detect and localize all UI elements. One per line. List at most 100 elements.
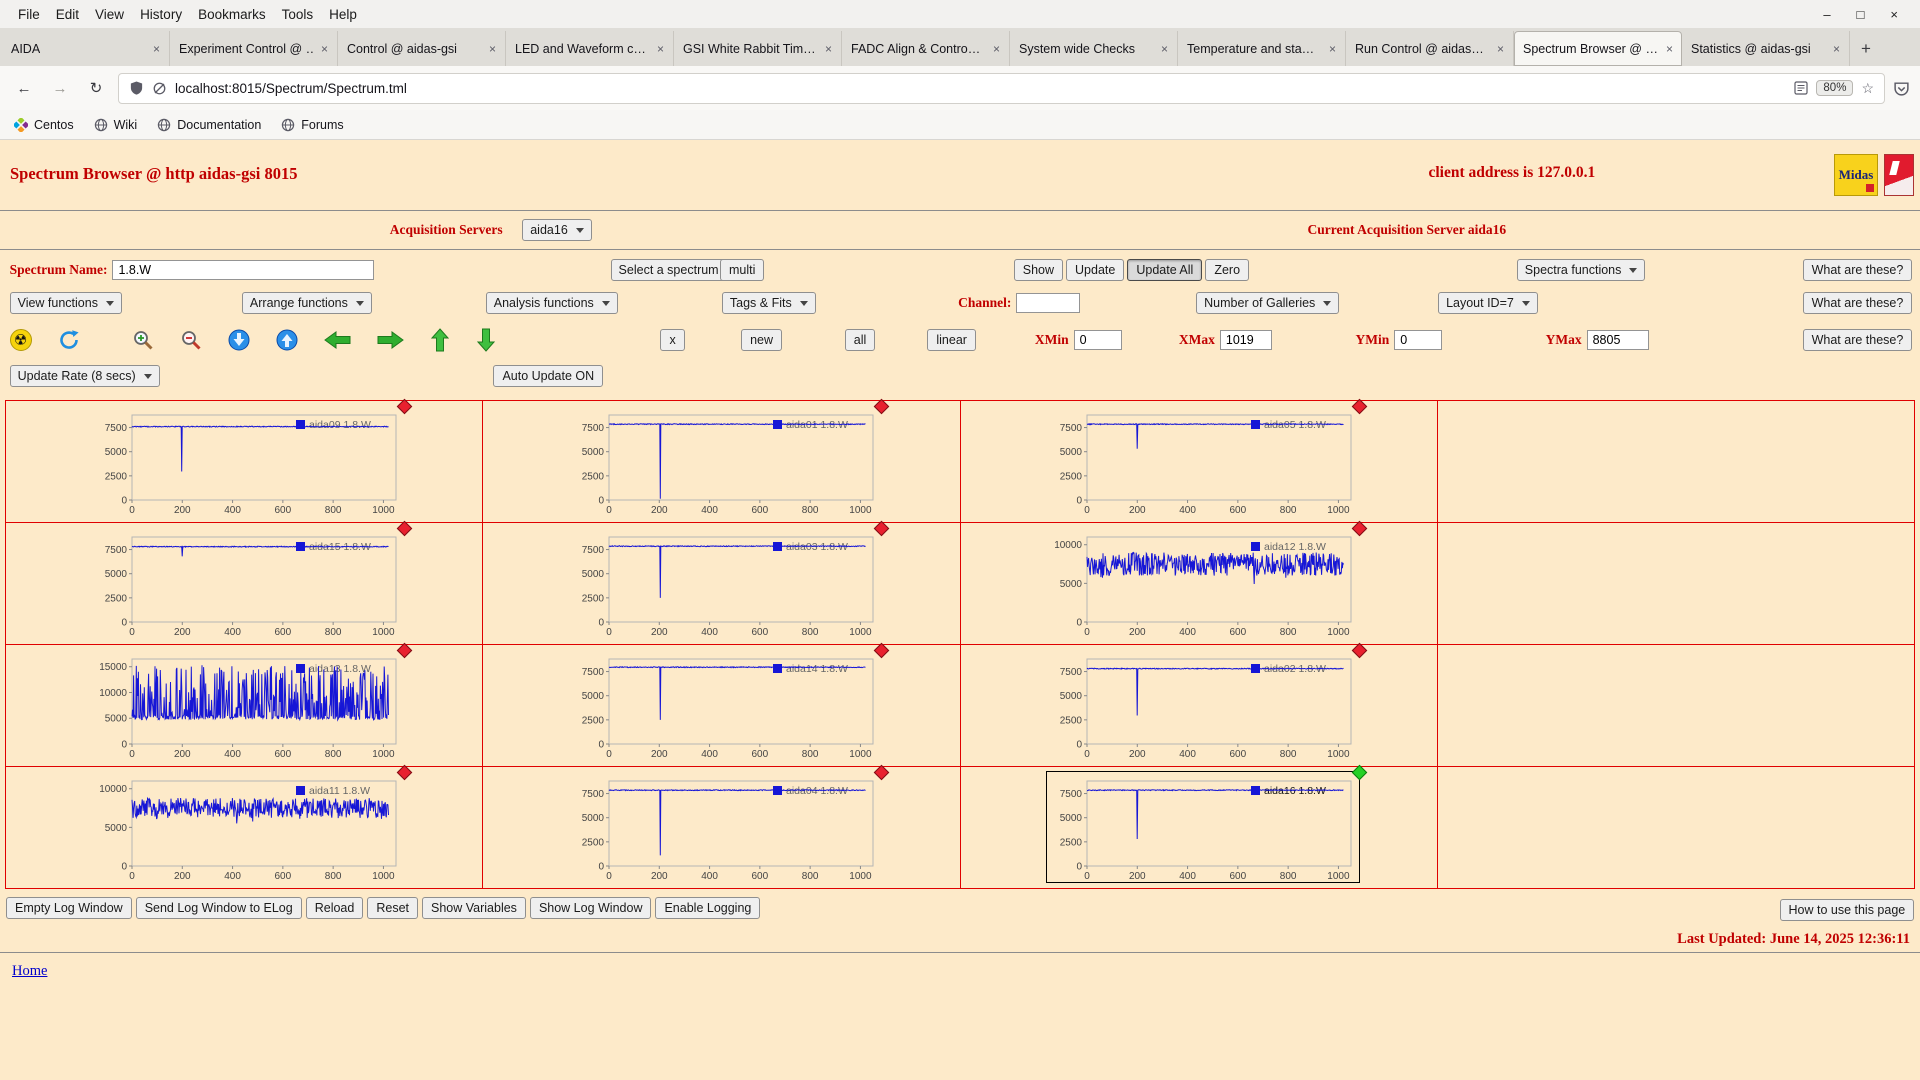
update-rate-dropdown[interactable]: Update Rate (8 secs) <box>10 365 160 387</box>
all-button[interactable]: all <box>845 329 876 351</box>
tab-fadc-align-contro[interactable]: FADC Align & Contro…× <box>842 31 1010 66</box>
spectrum-chart-aida03[interactable]: 020040060080010000250050007500aida03 1.8… <box>569 528 881 638</box>
green-arrow-left-icon[interactable] <box>324 330 351 350</box>
acquisition-server-select[interactable]: aida16 <box>522 219 592 241</box>
spectrum-chart-aida04[interactable]: 020040060080010000250050007500aida04 1.8… <box>569 772 881 882</box>
maximize-icon[interactable]: □ <box>1857 7 1865 22</box>
update-all-button[interactable]: Update All <box>1127 259 1202 281</box>
tab-run-control-aidas[interactable]: Run Control @ aidas…× <box>1346 31 1514 66</box>
tab-control-aidas-gsi[interactable]: Control @ aidas-gsi× <box>338 31 506 66</box>
zoom-level-badge[interactable]: 80% <box>1816 80 1853 96</box>
spectrum-chart-aida02[interactable]: 020040060080010000250050007500aida02 1.8… <box>1047 650 1359 760</box>
layout-id-dropdown[interactable]: Layout ID=7 <box>1438 292 1538 314</box>
radiation-icon[interactable]: ☢ <box>10 329 32 351</box>
bookmark-centos[interactable]: Centos <box>14 118 74 132</box>
zoom-in-icon[interactable] <box>132 329 154 351</box>
spectrum-chart-aida05[interactable]: 020040060080010000250050007500aida05 1.8… <box>1047 406 1359 516</box>
tab-close-icon[interactable]: × <box>1666 42 1673 56</box>
spectrum-chart-aida14[interactable]: 020040060080010000250050007500aida14 1.8… <box>569 650 881 760</box>
spectrum-chart-aida09[interactable]: 020040060080010000250050007500aida09 1.8… <box>92 406 404 516</box>
xmin-input[interactable] <box>1074 330 1122 350</box>
menu-edit[interactable]: Edit <box>48 4 87 25</box>
pocket-icon[interactable] <box>1893 80 1910 97</box>
tab-close-icon[interactable]: × <box>657 42 664 56</box>
tab-close-icon[interactable]: × <box>993 42 1000 56</box>
how-to-use-button[interactable]: How to use this page <box>1780 899 1915 921</box>
minimize-icon[interactable]: – <box>1823 7 1830 22</box>
menu-bookmarks[interactable]: Bookmarks <box>190 4 274 25</box>
tab-close-icon[interactable]: × <box>825 42 832 56</box>
bookmark-documentation[interactable]: Documentation <box>157 118 261 132</box>
send-log-window-to-elog-button[interactable]: Send Log Window to ELog <box>136 897 302 919</box>
show-variables-button[interactable]: Show Variables <box>422 897 526 919</box>
green-arrow-down-icon[interactable] <box>476 328 496 352</box>
x-button[interactable]: x <box>660 329 684 351</box>
xmax-input[interactable] <box>1220 330 1272 350</box>
spectrum-chart-aida11[interactable]: 020040060080010000500010000aida11 1.8.W <box>92 772 404 882</box>
close-icon[interactable]: × <box>1890 7 1898 22</box>
update-button[interactable]: Update <box>1066 259 1124 281</box>
ymax-input[interactable] <box>1587 330 1649 350</box>
spectra-functions-dropdown[interactable]: Spectra functions <box>1517 259 1646 281</box>
tab-close-icon[interactable]: × <box>1161 42 1168 56</box>
connection-security-icon[interactable] <box>152 81 167 96</box>
tab-statistics-aidas-gsi[interactable]: Statistics @ aidas-gsi× <box>1682 31 1850 66</box>
tab-close-icon[interactable]: × <box>1329 42 1336 56</box>
enable-logging-button[interactable]: Enable Logging <box>655 897 760 919</box>
green-arrow-right-icon[interactable] <box>377 330 404 350</box>
back-button[interactable]: ← <box>10 74 38 102</box>
tab-close-icon[interactable]: × <box>321 42 328 56</box>
spectrum-chart-aida13[interactable]: 02004006008001000050001000015000aida13 1… <box>92 650 404 760</box>
new-button[interactable]: new <box>741 329 782 351</box>
analysis-functions-dropdown[interactable]: Analysis functions <box>486 292 618 314</box>
forward-button[interactable]: → <box>46 74 74 102</box>
reload-button[interactable]: Reload <box>306 897 364 919</box>
url-bar[interactable]: localhost:8015/Spectrum/Spectrum.tml 80%… <box>118 73 1885 104</box>
menu-view[interactable]: View <box>87 4 132 25</box>
linear-button[interactable]: linear <box>927 329 976 351</box>
refresh-swirl-icon[interactable] <box>58 329 80 351</box>
what-are-these-button-1[interactable]: What are these? <box>1803 259 1913 281</box>
reader-mode-icon[interactable] <box>1794 81 1808 95</box>
galleries-dropdown[interactable]: Number of Galleries <box>1196 292 1339 314</box>
url-text[interactable]: localhost:8015/Spectrum/Spectrum.tml <box>175 81 1786 96</box>
view-functions-dropdown[interactable]: View functions <box>10 292 122 314</box>
show-button[interactable]: Show <box>1014 259 1063 281</box>
auto-update-button[interactable]: Auto Update ON <box>493 365 603 387</box>
reload-button[interactable]: ↻ <box>82 74 110 102</box>
zoom-out-icon[interactable] <box>180 329 202 351</box>
menu-history[interactable]: History <box>132 4 190 25</box>
spectrum-chart-aida12[interactable]: 020040060080010000500010000aida12 1.8.W <box>1047 528 1359 638</box>
show-log-window-button[interactable]: Show Log Window <box>530 897 652 919</box>
bookmark-star-icon[interactable]: ☆ <box>1861 80 1874 97</box>
tab-system-wide-checks[interactable]: System wide Checks× <box>1010 31 1178 66</box>
spectrum-chart-aida16[interactable]: 020040060080010000250050007500aida16 1.8… <box>1047 772 1359 882</box>
tab-spectrum-browser[interactable]: Spectrum Browser @ …× <box>1514 31 1682 66</box>
spectrum-chart-aida15[interactable]: 020040060080010000250050007500aida15 1.8… <box>92 528 404 638</box>
empty-log-window-button[interactable]: Empty Log Window <box>6 897 132 919</box>
tab-led-and-waveform-c[interactable]: LED and Waveform c…× <box>506 31 674 66</box>
blue-sphere-down-icon[interactable] <box>228 329 250 351</box>
tab-aida[interactable]: AIDA× <box>2 31 170 66</box>
home-link[interactable]: Home <box>12 963 47 979</box>
zero-button[interactable]: Zero <box>1205 259 1249 281</box>
reset-button[interactable]: Reset <box>367 897 418 919</box>
tab-temperature-and-sta[interactable]: Temperature and sta…× <box>1178 31 1346 66</box>
menu-help[interactable]: Help <box>321 4 365 25</box>
what-are-these-button-2[interactable]: What are these? <box>1803 292 1913 314</box>
tab-close-icon[interactable]: × <box>489 42 496 56</box>
green-arrow-up-icon[interactable] <box>430 328 450 352</box>
bookmark-forums[interactable]: Forums <box>281 118 343 132</box>
tab-experiment-control[interactable]: Experiment Control @ …× <box>170 31 338 66</box>
tab-close-icon[interactable]: × <box>1497 42 1504 56</box>
tracking-shield-icon[interactable] <box>129 80 144 96</box>
menu-file[interactable]: File <box>10 4 48 25</box>
bookmark-wiki[interactable]: Wiki <box>94 118 138 132</box>
spectrum-name-input[interactable] <box>112 260 374 280</box>
blue-sphere-up-icon[interactable] <box>276 329 298 351</box>
what-are-these-button-3[interactable]: What are these? <box>1803 329 1913 351</box>
arrange-functions-dropdown[interactable]: Arrange functions <box>242 292 372 314</box>
channel-input[interactable] <box>1016 293 1080 313</box>
new-tab-button[interactable]: + <box>1850 31 1882 66</box>
spectrum-chart-aida01[interactable]: 020040060080010000250050007500aida01 1.8… <box>569 406 881 516</box>
